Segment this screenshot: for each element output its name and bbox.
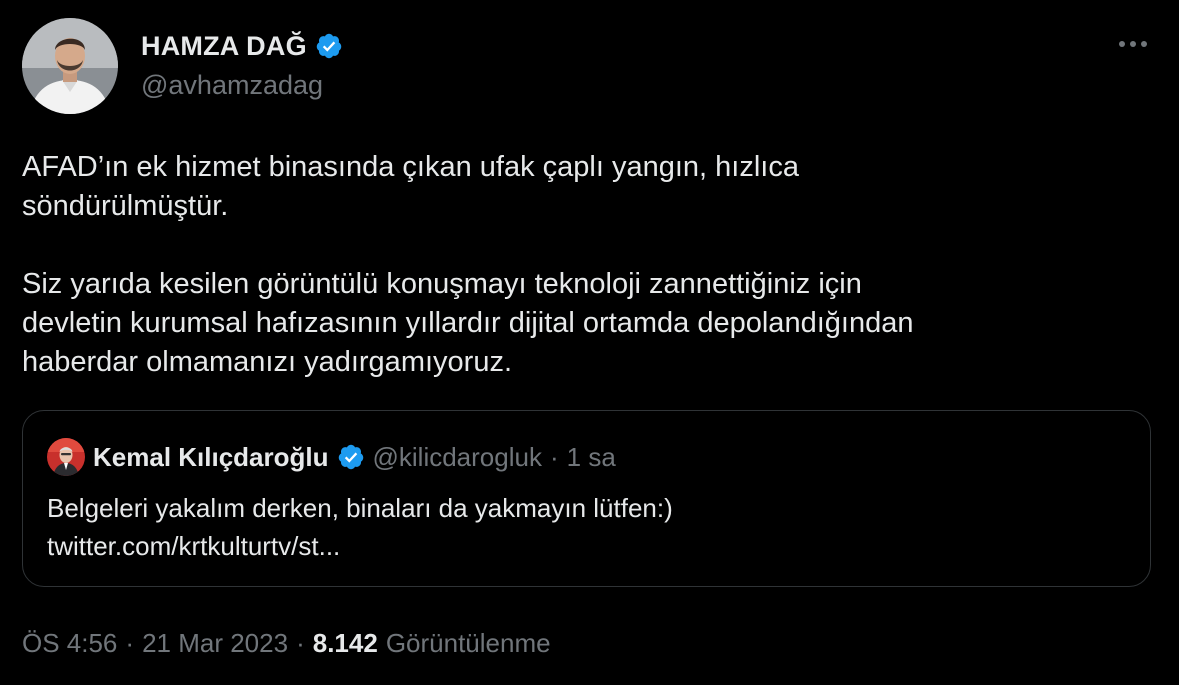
quoted-author-name[interactable]: Kemal Kılıçdaroğlu xyxy=(93,442,329,473)
tweet-time[interactable]: ÖS 4:56 xyxy=(22,628,117,659)
quoted-tweet-link[interactable]: twitter.com/krtkulturtv/st... xyxy=(47,527,340,565)
profile-photo xyxy=(22,18,118,114)
tweet-meta-row: ÖS 4:56 · 21 Mar 2023 · 8.142 Görüntülen… xyxy=(22,624,551,662)
author-avatar[interactable] xyxy=(22,18,118,114)
separator-dot: · xyxy=(296,627,305,658)
quoted-tweet-text: Belgeleri yakalım derken, binaları da ya… xyxy=(47,493,673,523)
quoted-author-avatar[interactable] xyxy=(47,438,85,476)
tweet-date[interactable]: 21 Mar 2023 xyxy=(142,628,288,659)
profile-photo xyxy=(47,438,85,476)
separator-dot: · xyxy=(125,627,135,658)
quoted-tweet-card[interactable]: Kemal Kılıçdaroğlu @kilicdarogluk · 1 sa… xyxy=(22,410,1151,587)
tweet-paragraph: AFAD’ın ek hizmet binasında çıkan ufak ç… xyxy=(22,151,799,222)
tweet-text: AFAD’ın ek hizmet binasında çıkan ufak ç… xyxy=(22,148,1152,382)
author-display-name[interactable]: HAMZA DAĞ xyxy=(141,31,307,62)
views-count: 8.142 xyxy=(312,627,378,658)
more-options-button[interactable] xyxy=(1112,26,1154,62)
author-name-row: HAMZA DAĞ xyxy=(141,27,343,65)
separator-dot: · xyxy=(549,441,559,472)
verified-badge-icon xyxy=(337,443,365,471)
verified-badge-icon xyxy=(315,32,343,60)
views-label[interactable]: Görüntülenme xyxy=(386,628,551,659)
quoted-tweet-header: Kemal Kılıçdaroğlu @kilicdarogluk · 1 sa xyxy=(47,438,616,476)
quoted-author-handle[interactable]: @kilicdarogluk xyxy=(373,442,542,473)
quoted-tweet-time[interactable]: 1 sa xyxy=(567,442,616,473)
tweet-paragraph: Siz yarıda kesilen görüntülü konuşmayı t… xyxy=(22,268,914,378)
more-options-icon xyxy=(1119,41,1147,47)
author-handle[interactable]: @avhamzadag xyxy=(141,67,323,103)
